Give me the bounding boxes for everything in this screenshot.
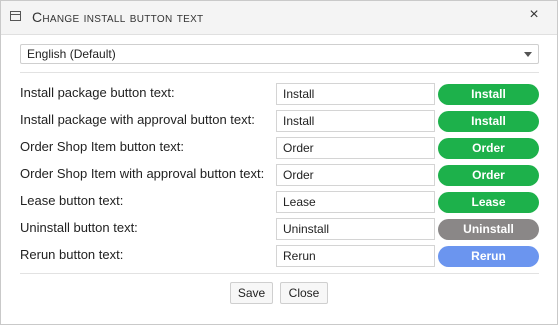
order-shop-item-label: Order Shop Item button text: — [20, 139, 185, 154]
install-package-approval-preview-button: Install — [438, 111, 539, 132]
save-button[interactable]: Save — [230, 282, 273, 304]
dialog-title: Change install button text — [32, 9, 204, 25]
close-icon[interactable]: × — [527, 7, 541, 23]
footer-divider — [20, 273, 539, 274]
install-package-label: Install package button text: — [20, 85, 175, 100]
close-button[interactable]: Close — [280, 282, 328, 304]
install-package-input[interactable]: Install — [276, 83, 435, 105]
install-package-approval-label: Install package with approval button tex… — [20, 112, 255, 127]
install-package-preview-label: Install — [471, 87, 506, 101]
order-shop-item-preview-label: Order — [472, 141, 505, 155]
install-package-approval-preview-label: Install — [471, 114, 506, 128]
install-package-approval-input[interactable]: Install — [276, 110, 435, 132]
chevron-down-icon — [524, 52, 532, 57]
order-shop-item-approval-input[interactable]: Order — [276, 164, 435, 186]
divider — [20, 72, 539, 73]
order-shop-item-approval-label: Order Shop Item with approval button tex… — [20, 166, 265, 181]
uninstall-input[interactable]: Uninstall — [276, 218, 435, 240]
change-install-button-text-dialog: Change install button text × English (De… — [0, 0, 558, 325]
language-select-value: English (Default) — [27, 47, 116, 61]
order-shop-item-approval-preview-label: Order — [472, 168, 505, 182]
lease-label: Lease button text: — [20, 193, 124, 208]
rerun-input[interactable]: Rerun — [276, 245, 435, 267]
uninstall-preview-button: Uninstall — [438, 219, 539, 240]
lease-preview-label: Lease — [471, 195, 506, 209]
dialog-titlebar: Change install button text × — [1, 1, 557, 35]
uninstall-label: Uninstall button text: — [20, 220, 138, 235]
rerun-label: Rerun button text: — [20, 247, 124, 262]
lease-preview-button: Lease — [438, 192, 539, 213]
rerun-preview-button: Rerun — [438, 246, 539, 267]
uninstall-preview-label: Uninstall — [463, 222, 514, 236]
lease-input[interactable]: Lease — [276, 191, 435, 213]
language-select[interactable]: English (Default) — [20, 44, 539, 64]
order-shop-item-input[interactable]: Order — [276, 137, 435, 159]
install-package-preview-button: Install — [438, 84, 539, 105]
order-shop-item-preview-button: Order — [438, 138, 539, 159]
window-icon — [10, 11, 21, 21]
rerun-preview-label: Rerun — [471, 249, 506, 263]
order-shop-item-approval-preview-button: Order — [438, 165, 539, 186]
